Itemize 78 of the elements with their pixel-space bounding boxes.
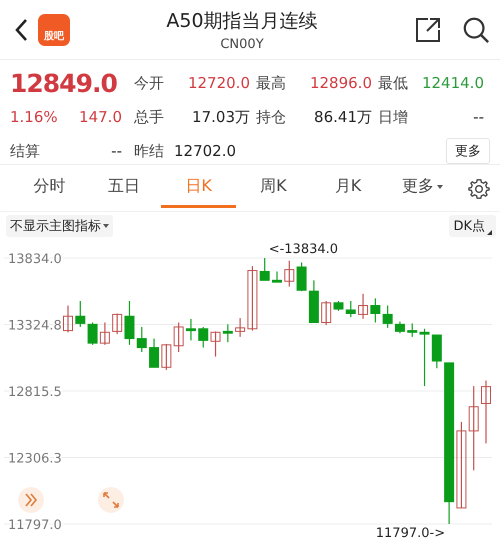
axis-label: 13834.0 — [8, 252, 62, 267]
candle — [161, 344, 172, 370]
stat-value: 12702.0 — [174, 142, 236, 160]
caret-icon — [103, 224, 109, 228]
candle — [394, 322, 405, 334]
axis-label: 12306.3 — [8, 452, 62, 466]
candle — [333, 300, 344, 311]
candle — [186, 318, 196, 340]
stat-label: 今开 — [134, 74, 164, 92]
candle — [432, 334, 442, 368]
candle — [370, 298, 380, 322]
stat-value: 17.03万 — [192, 108, 250, 126]
settings-icon[interactable] — [468, 178, 490, 200]
candle — [222, 324, 233, 342]
more-button[interactable]: 更多 — [446, 138, 490, 164]
candle — [321, 300, 332, 326]
stat-label: 日增 — [378, 108, 408, 126]
fast-forward-icon[interactable] — [18, 487, 44, 513]
dk-points-button[interactable]: DK点 — [449, 215, 496, 237]
low-marker: 11797.0-> — [376, 526, 446, 540]
expand-icon[interactable] — [98, 487, 124, 513]
last-price: 12849.0 — [10, 68, 118, 98]
candle — [358, 294, 368, 319]
candle — [420, 328, 430, 386]
caret-icon — [437, 184, 444, 188]
stat-label: 昨结 — [134, 142, 164, 160]
candle — [260, 258, 270, 281]
candle — [407, 323, 418, 337]
candle — [296, 262, 307, 292]
period-tab[interactable]: 分时 — [12, 170, 87, 208]
stat-label: 总手 — [134, 108, 164, 126]
stat-value: -- — [473, 108, 484, 126]
candle — [75, 300, 86, 327]
stat-value: 12896.0 — [310, 74, 372, 92]
candle — [198, 326, 208, 348]
candle — [149, 338, 160, 368]
candle — [382, 306, 393, 328]
axis-label: 11797.0 — [8, 518, 62, 533]
candle — [210, 331, 221, 357]
change-amount: 147.0 — [79, 108, 122, 126]
stat-label: 最高 — [256, 74, 286, 92]
candle — [308, 280, 319, 323]
stat-value: -- — [111, 142, 122, 160]
change-percent: 1.16% — [10, 108, 58, 126]
period-tab[interactable]: 五日 — [86, 170, 162, 208]
symbol-code: CN00Y — [220, 36, 264, 52]
stat-label: 最低 — [378, 74, 408, 92]
stat-label: 结算 — [10, 142, 40, 160]
period-tab[interactable]: 月K — [310, 170, 386, 208]
back-icon[interactable] — [14, 18, 28, 42]
candle — [124, 300, 134, 345]
period-tab[interactable]: 更多 — [385, 170, 460, 208]
period-tab[interactable]: 周K — [236, 170, 311, 208]
logo-text: 股吧 — [44, 30, 64, 42]
high-marker: <-13834.0 — [268, 242, 338, 257]
candle — [112, 314, 122, 334]
axis-label: 12815.5 — [8, 385, 62, 400]
corner-icon — [487, 230, 492, 235]
candle — [174, 322, 184, 352]
candle — [247, 266, 258, 331]
candle — [272, 271, 282, 283]
candle — [63, 306, 73, 332]
share-icon[interactable] — [414, 16, 442, 44]
indicator-dropdown[interactable]: 不显示主图指标 — [6, 215, 113, 237]
stat-label: 持仓 — [256, 108, 286, 126]
candle — [284, 260, 294, 287]
candle — [136, 326, 147, 352]
candle — [235, 318, 246, 337]
stat-value: 12720.0 — [188, 74, 250, 92]
axis-label: 13324.8 — [8, 318, 62, 334]
candle — [100, 322, 110, 345]
window-title: A50期指当月连续 — [166, 8, 318, 34]
stat-value: 12414.0 — [422, 74, 484, 92]
candle — [88, 322, 98, 345]
candle — [346, 300, 356, 318]
candle — [481, 380, 491, 444]
stat-value: 86.41万 — [314, 108, 372, 126]
search-icon[interactable] — [462, 16, 490, 44]
